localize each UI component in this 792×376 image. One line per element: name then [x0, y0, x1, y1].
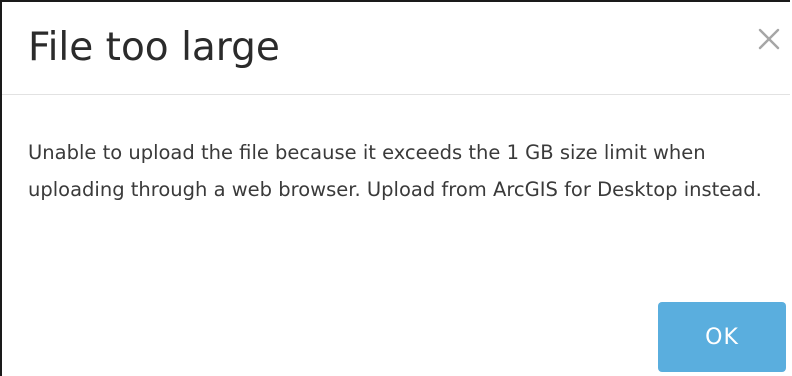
ok-button[interactable]: OK: [658, 302, 786, 372]
dialog-title: File too large: [28, 25, 280, 70]
dialog-message: Unable to upload the file because it exc…: [28, 141, 762, 201]
dialog-header: File too large: [2, 2, 790, 95]
file-too-large-dialog: File too large Unable to upload the file…: [0, 0, 790, 376]
close-button[interactable]: [754, 24, 784, 54]
close-icon: [758, 28, 780, 50]
